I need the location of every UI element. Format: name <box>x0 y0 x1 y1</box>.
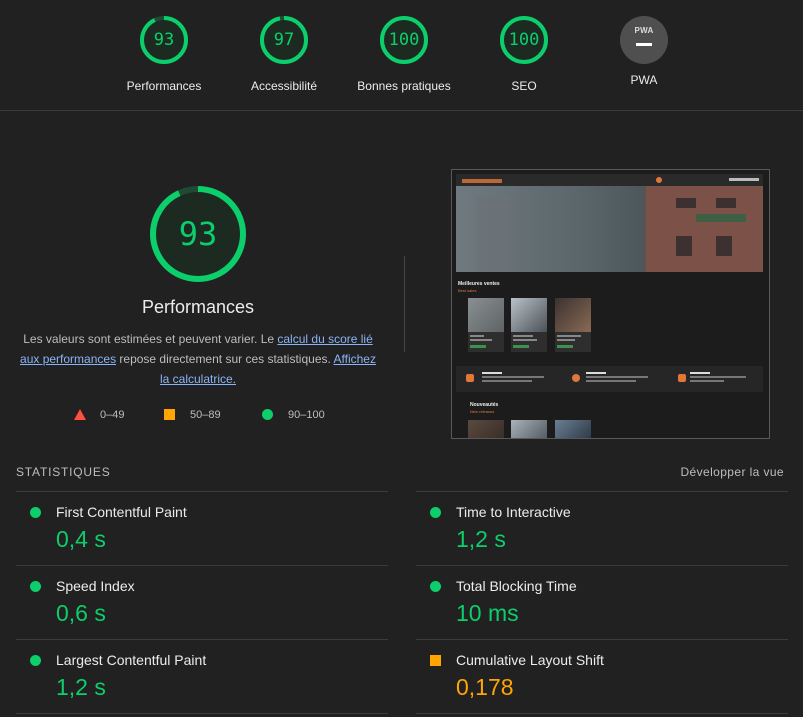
desc-text: repose directement sur ces statistiques. <box>116 352 334 366</box>
pass-circle-icon <box>30 581 41 592</box>
gauge-score: 100 <box>508 30 540 50</box>
expand-view-toggle[interactable]: Développer la vue <box>680 465 784 479</box>
gauge-score: 93 <box>153 30 175 50</box>
thumb-section-subtitle: Best sales <box>458 288 477 293</box>
metric-name: Time to Interactive <box>456 504 571 520</box>
thumb-login-link <box>729 178 759 181</box>
metric-value: 10 ms <box>456 600 519 626</box>
average-square-icon <box>164 409 175 420</box>
gauge-seo[interactable]: 100 SEO <box>464 14 584 93</box>
desc-text: Les valeurs sont estimées et peuvent var… <box>23 332 278 346</box>
metric-value: 0,4 s <box>56 526 106 552</box>
thumb-product-card <box>555 420 591 438</box>
legend-range: 50–89 <box>190 409 221 421</box>
metric-cumulative-layout-shift: Cumulative Layout Shift 0,178 <box>416 639 788 714</box>
pass-circle-icon <box>262 409 273 420</box>
performance-title: Performances <box>141 297 255 317</box>
gauge-label: PWA <box>630 73 658 87</box>
pass-circle-icon <box>30 507 41 518</box>
metric-time-to-interactive: Time to Interactive 1,2 s <box>416 491 788 566</box>
metric-name: Largest Contentful Paint <box>56 652 207 668</box>
category-gauges: 93 Performances 97 Accessibilité 100 Bon… <box>0 0 803 111</box>
thumb-product-card <box>468 298 504 352</box>
thumb-site-header <box>456 174 763 186</box>
pass-circle-icon <box>430 581 441 592</box>
gauge-label: Accessibilité <box>250 79 318 93</box>
thumb-section-subtitle: New releases <box>470 409 495 414</box>
metric-name: Speed Index <box>56 578 135 594</box>
gauge-score: 97 <box>273 30 295 50</box>
metric-largest-contentful-paint: Largest Contentful Paint 1,2 s <box>16 639 388 714</box>
metric-speed-index: Speed Index 0,6 s <box>16 565 388 640</box>
thumb-product-card <box>511 420 547 438</box>
pass-circle-icon <box>30 655 41 666</box>
thumb-product-card <box>468 420 504 438</box>
final-screenshot-thumbnail[interactable]: Meilleures ventes Best sales Nouveautés … <box>451 169 770 439</box>
thumb-hero-image <box>456 186 763 272</box>
metric-first-contentful-paint: First Contentful Paint 0,4 s <box>16 491 388 566</box>
metric-value: 1,2 s <box>456 526 506 552</box>
gauge-score: 100 <box>388 30 420 50</box>
legend-range: 90–100 <box>288 409 325 421</box>
legend-range: 0–49 <box>100 409 125 421</box>
thumb-building <box>476 196 516 272</box>
performance-description: Les valeurs sont estimées et peuvent var… <box>16 329 380 389</box>
gauge-label: Performances <box>126 79 202 93</box>
thumb-product-card <box>555 298 591 352</box>
vertical-divider <box>404 256 405 352</box>
thumb-section-title: Nouveautés <box>470 402 499 408</box>
metric-name: First Contentful Paint <box>56 504 187 520</box>
metric-value: 1,2 s <box>56 674 106 700</box>
metric-value: 0,178 <box>456 674 514 700</box>
thumb-logo <box>462 179 502 183</box>
metric-name: Total Blocking Time <box>456 578 577 594</box>
performance-score-gauge: 93 <box>148 184 248 284</box>
fail-triangle-icon <box>74 409 86 420</box>
gauge-label: Bonnes pratiques <box>357 79 451 93</box>
average-square-icon <box>430 655 441 666</box>
metric-value: 0,6 s <box>56 600 106 626</box>
thumb-features-band <box>456 366 763 392</box>
thumb-plants <box>696 214 746 222</box>
thumb-building <box>646 186 763 272</box>
gauge-performance[interactable]: 93 Performances <box>104 14 224 93</box>
gauge-pwa[interactable]: PWA PWA <box>584 14 704 87</box>
pwa-badge-text: PWA <box>634 26 654 35</box>
pwa-badge-icon: PWA <box>620 16 668 64</box>
dash-icon <box>636 43 652 46</box>
statistics-header: STATISTIQUES <box>16 465 111 479</box>
metric-name: Cumulative Layout Shift <box>456 652 604 668</box>
gauge-best-practices[interactable]: 100 Bonnes pratiques <box>344 14 464 93</box>
pass-circle-icon <box>430 507 441 518</box>
thumb-section-title: Meilleures ventes <box>458 281 500 287</box>
metric-total-blocking-time: Total Blocking Time 10 ms <box>416 565 788 640</box>
thumb-product-card <box>511 298 547 352</box>
thumb-cart-icon <box>656 177 662 183</box>
performance-score: 93 <box>178 215 218 253</box>
gauge-label: SEO <box>511 79 537 93</box>
gauge-accessibility[interactable]: 97 Accessibilité <box>224 14 344 93</box>
